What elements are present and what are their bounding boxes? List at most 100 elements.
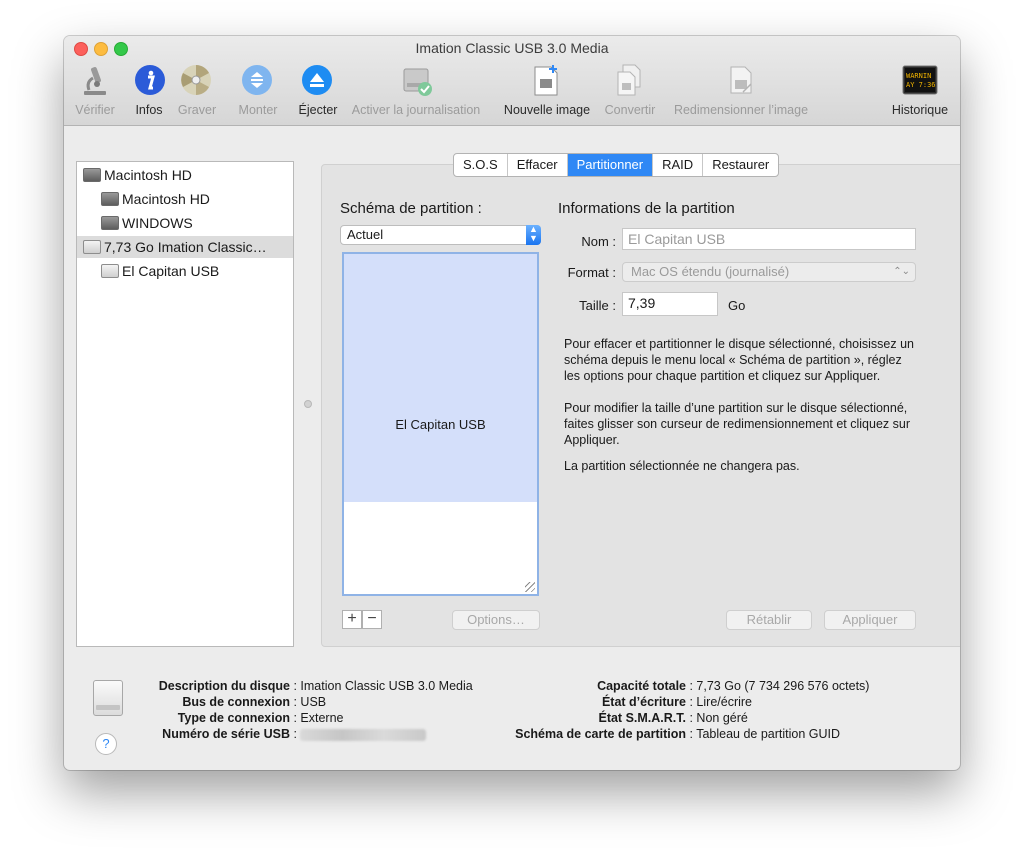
apply-button[interactable]: Appliquer xyxy=(824,610,916,630)
new-image-label: Nouvelle image xyxy=(503,103,591,117)
info-key: Description du disque xyxy=(158,679,290,693)
info-button[interactable]: Infos xyxy=(132,63,168,121)
info-key: Bus de connexion xyxy=(182,695,290,709)
options-button[interactable]: Options… xyxy=(452,610,540,630)
eject-button[interactable]: Éjecter xyxy=(296,63,340,121)
resize-image-label: Redimensionner l’image xyxy=(673,103,809,117)
info-row-partition-map: Schéma de carte de partition : Tableau d… xyxy=(488,726,840,742)
mount-label: Monter xyxy=(238,103,278,117)
info-value: Tableau de partition GUID xyxy=(696,727,841,741)
sidebar-item-label: WINDOWS xyxy=(122,215,193,231)
tab-raid[interactable]: RAID xyxy=(653,154,704,176)
size-unit: Go xyxy=(728,298,746,313)
history-button[interactable]: WARNIN AY 7:36 Historique xyxy=(888,63,952,121)
info-key: Capacité totale xyxy=(597,679,686,693)
sidebar-item-windows-volume[interactable]: WINDOWS xyxy=(101,212,193,234)
partition-help-text-3: La partition sélectionnée ne changera pa… xyxy=(564,459,800,473)
info-key: Numéro de série USB xyxy=(162,727,290,741)
info-key: État d’écriture xyxy=(601,695,686,709)
history-label: Historique xyxy=(891,103,949,117)
partition-help-text-2: Pour modifier la taille d’une partition … xyxy=(564,401,911,447)
info-key: Type de connexion xyxy=(177,711,290,725)
partition-info-title: Informations de la partition xyxy=(558,200,735,217)
external-volume-icon xyxy=(101,264,119,278)
log-icon-text-2: AY 7:36 xyxy=(906,81,936,89)
new-image-icon xyxy=(529,63,563,97)
info-value: Non géré xyxy=(696,711,748,725)
serial-redacted xyxy=(300,728,427,741)
sidebar-item-imation-disk[interactable]: 7,73 Go Imation Classic… xyxy=(77,236,293,258)
burn-button[interactable]: Graver xyxy=(176,63,218,121)
sidebar-item-label: El Capitan USB xyxy=(122,263,220,279)
info-row-description: Description du disque : Imation Classic … xyxy=(148,678,473,694)
info-icon xyxy=(133,63,167,97)
info-row-serial: Numéro de série USB : xyxy=(148,726,427,742)
disk-utility-window: Imation Classic USB 3.0 Media Vérifier I… xyxy=(64,36,960,770)
info-row-capacity: Capacité totale : 7,73 Go (7 734 296 576… xyxy=(488,678,869,694)
format-select[interactable]: Mac OS étendu (journalisé) ⌃⌄ xyxy=(622,262,916,282)
info-value: 7,73 Go (7 734 296 576 octets) xyxy=(696,679,870,693)
partition-block-label: El Capitan USB xyxy=(395,417,486,432)
burn-disc-icon xyxy=(179,63,213,97)
convert-icon xyxy=(613,63,647,97)
split-view-divider-handle[interactable] xyxy=(304,400,312,408)
microscope-icon xyxy=(78,63,112,97)
tab-first-aid[interactable]: S.O.S xyxy=(454,154,508,176)
partition-scheme-title: Schéma de partition : xyxy=(340,200,482,217)
mount-icon xyxy=(240,63,274,97)
info-label: Infos xyxy=(135,103,163,117)
partition-scheme-select[interactable]: Actuel ▲ ▼ xyxy=(340,225,541,245)
partition-help-text-1: Pour effacer et partitionner le disque s… xyxy=(564,337,914,383)
volume-icon xyxy=(101,216,119,230)
resize-grip-icon[interactable] xyxy=(525,582,535,592)
sidebar-item-label: Macintosh HD xyxy=(122,191,210,207)
enable-journaling-label: Activer la journalisation xyxy=(351,103,481,117)
format-label: Format : xyxy=(567,265,616,280)
resize-image-button[interactable]: Redimensionner l’image xyxy=(668,63,814,121)
add-partition-button[interactable]: + xyxy=(342,610,362,629)
info-value: Lire/écrire xyxy=(696,695,752,709)
sidebar-item-el-capitan-volume[interactable]: El Capitan USB xyxy=(101,260,219,282)
window-title: Imation Classic USB 3.0 Media xyxy=(415,40,609,56)
info-key: Schéma de carte de partition xyxy=(515,727,686,741)
tab-restore[interactable]: Restaurer xyxy=(703,154,778,176)
eject-icon xyxy=(300,63,334,97)
revert-button[interactable]: Rétablir xyxy=(726,610,812,630)
partition-size-field[interactable]: 7,39 xyxy=(622,292,718,316)
remove-partition-button[interactable]: − xyxy=(362,610,382,629)
size-label: Taille : xyxy=(579,298,616,313)
tab-bar: S.O.S Effacer Partitionner RAID Restaure… xyxy=(453,153,780,177)
tab-partition[interactable]: Partitionner xyxy=(567,154,654,176)
mount-button[interactable]: Monter xyxy=(236,63,280,121)
titlebar: Imation Classic USB 3.0 Media Vérifier I… xyxy=(64,36,960,126)
sidebar-item-macintosh-hd-volume[interactable]: Macintosh HD xyxy=(101,188,210,210)
help-button[interactable]: ? xyxy=(95,733,117,755)
convert-label: Convertir xyxy=(604,103,656,117)
name-label: Nom : xyxy=(581,234,616,249)
partition-name-field[interactable]: El Capitan USB xyxy=(622,228,916,250)
device-sidebar[interactable]: Macintosh HD Macintosh HD WINDOWS 7,73 G… xyxy=(76,161,294,647)
internal-drive-icon xyxy=(83,168,101,182)
info-row-smart: État S.M.A.R.T. : Non géré xyxy=(488,710,748,726)
convert-button[interactable]: Convertir xyxy=(600,63,660,121)
partition-block-el-capitan[interactable]: El Capitan USB xyxy=(344,254,537,502)
sidebar-item-macintosh-hd-disk[interactable]: Macintosh HD xyxy=(83,164,192,186)
volume-icon xyxy=(101,192,119,206)
eject-label: Éjecter xyxy=(298,103,338,117)
verify-button[interactable]: Vérifier xyxy=(74,63,116,121)
log-icon-text-1: WARNIN xyxy=(906,72,931,80)
info-value: USB xyxy=(300,695,327,709)
partition-map[interactable]: El Capitan USB xyxy=(342,252,539,596)
info-key: État S.M.A.R.T. xyxy=(598,711,686,725)
tab-erase[interactable]: Effacer xyxy=(508,154,568,176)
resize-image-icon xyxy=(724,63,758,97)
new-image-button[interactable]: Nouvelle image xyxy=(500,63,592,121)
burn-label: Graver xyxy=(177,103,217,117)
external-drive-icon xyxy=(83,240,101,254)
partition-scheme-value: Actuel xyxy=(347,227,384,242)
updown-chevron-icon: ⌃⌄ xyxy=(893,266,910,277)
enable-journaling-button[interactable]: Activer la journalisation xyxy=(348,63,488,121)
sidebar-item-label: 7,73 Go Imation Classic… xyxy=(104,239,267,255)
info-value: Imation Classic USB 3.0 Media xyxy=(300,679,473,693)
info-row-bus: Bus de connexion : USB xyxy=(148,694,326,710)
